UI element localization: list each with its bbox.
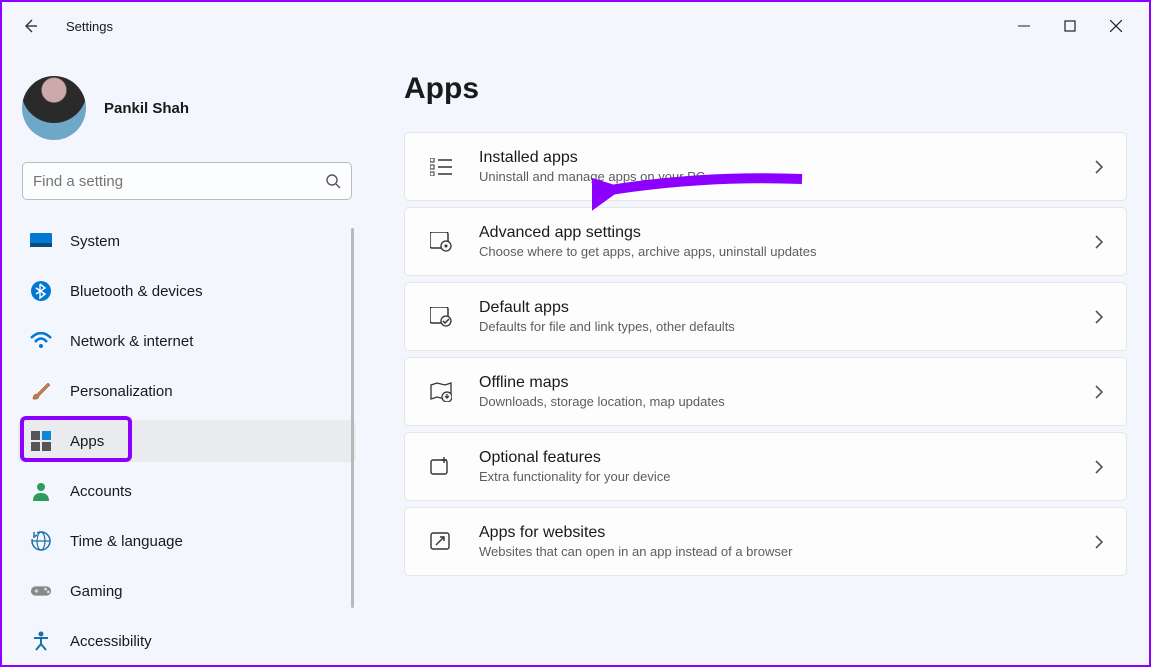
- setting-apps-for-websites[interactable]: Apps for websites Websites that can open …: [404, 507, 1127, 576]
- globe-icon: [30, 530, 52, 552]
- setting-title: Advanced app settings: [479, 224, 1094, 242]
- sidebar-item-accounts[interactable]: Accounts: [18, 470, 356, 512]
- user-name: Pankil Shah: [104, 100, 189, 117]
- close-icon: [1110, 20, 1122, 32]
- sidebar-item-label: Personalization: [70, 383, 173, 400]
- accessibility-icon: [30, 630, 52, 652]
- page-title: Apps: [404, 72, 1127, 106]
- minimize-button[interactable]: [1001, 10, 1047, 42]
- maximize-icon: [1064, 20, 1076, 32]
- sidebar-item-label: System: [70, 233, 120, 250]
- setting-subtitle: Downloads, storage location, map updates: [479, 394, 1094, 409]
- setting-body: Installed apps Uninstall and manage apps …: [479, 149, 1094, 184]
- search-box[interactable]: [22, 162, 352, 200]
- setting-body: Advanced app settings Choose where to get…: [479, 224, 1094, 259]
- setting-subtitle: Websites that can open in an app instead…: [479, 544, 1094, 559]
- avatar: [22, 76, 86, 140]
- sidebar-item-personalization[interactable]: Personalization: [18, 370, 356, 412]
- chevron-right-icon: [1094, 310, 1104, 324]
- check-box-icon: [427, 307, 455, 327]
- setting-offline-maps[interactable]: Offline maps Downloads, storage location,…: [404, 357, 1127, 426]
- main-panel: Apps Installed apps Uninstall and manage …: [372, 50, 1149, 665]
- maximize-button[interactable]: [1047, 10, 1093, 42]
- sidebar-item-label: Accessibility: [70, 633, 152, 650]
- wifi-icon: [30, 330, 52, 352]
- nav-list: System Bluetooth & devices Network & inter…: [18, 220, 356, 665]
- scrollbar[interactable]: [351, 228, 354, 608]
- profile-section[interactable]: Pankil Shah: [18, 62, 356, 158]
- chevron-right-icon: [1094, 385, 1104, 399]
- chevron-right-icon: [1094, 535, 1104, 549]
- sidebar-item-time[interactable]: Time & language: [18, 520, 356, 562]
- sidebar-item-network[interactable]: Network & internet: [18, 320, 356, 362]
- chevron-right-icon: [1094, 235, 1104, 249]
- setting-installed-apps[interactable]: Installed apps Uninstall and manage apps …: [404, 132, 1127, 201]
- brush-icon: [30, 380, 52, 402]
- minimize-icon: [1018, 20, 1030, 32]
- apps-icon: [30, 430, 52, 452]
- close-button[interactable]: [1093, 10, 1139, 42]
- window-title: Settings: [66, 19, 113, 34]
- sidebar-item-accessibility[interactable]: Accessibility: [18, 620, 356, 662]
- gear-box-icon: [427, 232, 455, 252]
- setting-body: Offline maps Downloads, storage location,…: [479, 374, 1094, 409]
- setting-title: Apps for websites: [479, 524, 1094, 542]
- setting-body: Default apps Defaults for file and link t…: [479, 299, 1094, 334]
- search-input[interactable]: [33, 173, 325, 190]
- sidebar-item-bluetooth[interactable]: Bluetooth & devices: [18, 270, 356, 312]
- arrow-left-icon: [22, 18, 38, 34]
- setting-subtitle: Choose where to get apps, archive apps, …: [479, 244, 1094, 259]
- sidebar-item-label: Apps: [70, 433, 104, 450]
- setting-subtitle: Extra functionality for your device: [479, 469, 1094, 484]
- setting-optional-features[interactable]: Optional features Extra functionality for…: [404, 432, 1127, 501]
- sidebar-item-apps[interactable]: Apps: [18, 420, 356, 462]
- gamepad-icon: [30, 580, 52, 602]
- sidebar: Pankil Shah System Bluetooth & devices Net…: [2, 50, 372, 665]
- setting-body: Optional features Extra functionality for…: [479, 449, 1094, 484]
- chevron-right-icon: [1094, 160, 1104, 174]
- titlebar: Settings: [2, 2, 1149, 50]
- sidebar-item-label: Network & internet: [70, 333, 193, 350]
- map-icon: [427, 382, 455, 402]
- setting-title: Optional features: [479, 449, 1094, 467]
- person-icon: [30, 480, 52, 502]
- sidebar-item-label: Accounts: [70, 483, 132, 500]
- setting-subtitle: Uninstall and manage apps on your PC: [479, 169, 1094, 184]
- settings-list: Installed apps Uninstall and manage apps …: [404, 132, 1127, 576]
- sidebar-item-gaming[interactable]: Gaming: [18, 570, 356, 612]
- sidebar-item-label: Gaming: [70, 583, 123, 600]
- sidebar-item-label: Bluetooth & devices: [70, 283, 203, 300]
- setting-subtitle: Defaults for file and link types, other …: [479, 319, 1094, 334]
- bluetooth-icon: [30, 280, 52, 302]
- sidebar-item-label: Time & language: [70, 533, 183, 550]
- sidebar-item-system[interactable]: System: [18, 220, 356, 262]
- system-icon: [30, 230, 52, 252]
- setting-default-apps[interactable]: Default apps Defaults for file and link t…: [404, 282, 1127, 351]
- setting-advanced-app-settings[interactable]: Advanced app settings Choose where to get…: [404, 207, 1127, 276]
- search-icon: [325, 173, 341, 189]
- plus-box-icon: [427, 457, 455, 477]
- setting-title: Default apps: [479, 299, 1094, 317]
- back-button[interactable]: [12, 8, 48, 44]
- list-icon: [427, 158, 455, 176]
- setting-title: Offline maps: [479, 374, 1094, 392]
- setting-title: Installed apps: [479, 149, 1094, 167]
- link-box-icon: [427, 532, 455, 552]
- setting-body: Apps for websites Websites that can open …: [479, 524, 1094, 559]
- chevron-right-icon: [1094, 460, 1104, 474]
- window-controls: [1001, 10, 1139, 42]
